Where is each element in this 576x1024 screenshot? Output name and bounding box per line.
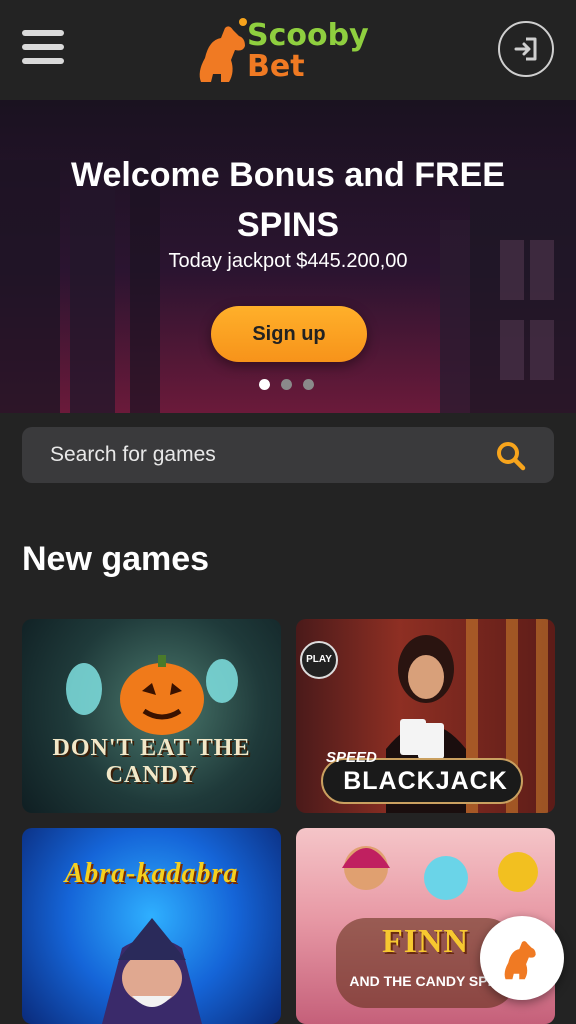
game-pretitle: SPEED [326, 749, 377, 766]
game-card-dont-eat-the-candy[interactable]: DON'T EAT THE CANDY [22, 619, 281, 813]
search-bar[interactable]: Search for games [22, 427, 554, 483]
carousel-dot-2[interactable] [281, 379, 292, 390]
play-badge: PLAY [300, 641, 338, 679]
dog-logo-icon [199, 18, 247, 82]
new-games-heading: New games [22, 540, 210, 578]
dog-mascot-icon [504, 941, 536, 980]
login-button[interactable] [498, 21, 554, 77]
game-title: DON'T EAT THE CANDY [52, 735, 251, 788]
carousel-dot-3[interactable] [303, 379, 314, 390]
carousel-dots [259, 375, 325, 390]
search-input[interactable]: Search for games [50, 427, 216, 483]
carousel-dot-1[interactable] [259, 379, 270, 390]
hamburger-menu-icon[interactable] [22, 30, 64, 70]
jackpot-text: Today jackpot $445.200,00 [168, 250, 408, 272]
brand-logo[interactable]: Scooby Bet [195, 16, 375, 86]
game-title: Abra-kadabra [64, 858, 239, 889]
hero-banner[interactable]: Welcome Bonus and FREE SPINS Today jackp… [0, 100, 576, 413]
game-title: BLACKJACK [343, 767, 508, 795]
game-card-abra-kadabra[interactable]: Abra-kadabra [22, 828, 281, 1024]
signup-button[interactable]: Sign up [211, 306, 367, 362]
sign-in-icon [514, 37, 537, 61]
brand-name-line2: Bet [247, 49, 305, 84]
chat-button[interactable] [480, 916, 564, 1000]
brand-name-line1: Scooby [247, 18, 369, 53]
game-card-speed-blackjack[interactable]: PLAY SPEED BLACKJACK [296, 619, 555, 813]
hero-title: Welcome Bonus and FREE SPINS [71, 156, 505, 244]
top-bar: Scooby Bet [0, 0, 576, 101]
search-icon[interactable] [496, 441, 526, 471]
